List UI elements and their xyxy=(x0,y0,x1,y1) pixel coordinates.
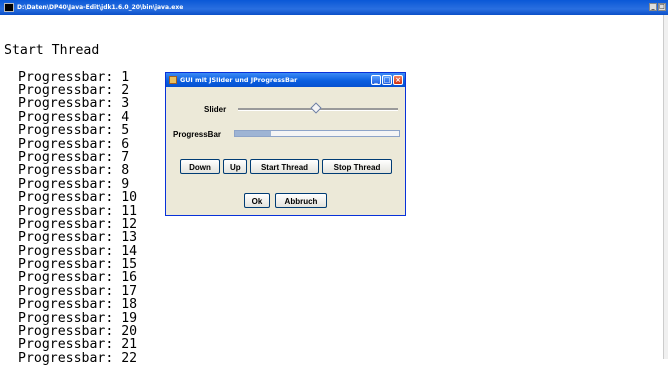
console-line: Progressbar: 18 xyxy=(18,297,138,313)
console-output: Start Thread Progressbar: 1 Progressbar: … xyxy=(4,17,137,365)
slider[interactable] xyxy=(238,102,398,114)
minimize-icon[interactable]: _ xyxy=(371,75,381,85)
console-line: Progressbar: 9 xyxy=(18,176,130,192)
console-line: Progressbar: 2 xyxy=(18,83,130,98)
slider-thumb[interactable] xyxy=(310,102,323,114)
ok-button[interactable]: Ok xyxy=(244,193,270,208)
gui-dialog: GUI mit JSlider und JProgressBar _ □ × S… xyxy=(165,72,406,216)
slider-label: Slider xyxy=(204,105,227,114)
dialog-titlebar[interactable]: GUI mit JSlider und JProgressBar _ □ × xyxy=(166,73,405,87)
close-icon[interactable]: × xyxy=(393,75,403,85)
console-line: Progressbar: 3 xyxy=(18,96,130,112)
console-line: Progressbar: 11 xyxy=(18,203,138,219)
abbruch-button[interactable]: Abbruch xyxy=(275,193,327,208)
console-line: Progressbar: 8 xyxy=(18,163,130,179)
maximize-icon[interactable]: □ xyxy=(382,75,392,85)
console-line: Progressbar: 15 xyxy=(18,257,138,273)
console-line: Progressbar: 1 xyxy=(18,69,130,85)
start-thread-button[interactable]: Start Thread xyxy=(250,159,319,174)
console-line: Progressbar: 12 xyxy=(18,216,138,232)
console-titlebar[interactable]: D:\Daten\DP40\Java-Edit\jdk1.6.0_20\bin\… xyxy=(0,0,668,15)
console-line: Progressbar: 6 xyxy=(18,136,130,152)
console-title: D:\Daten\DP40\Java-Edit\jdk1.6.0_20\bin\… xyxy=(17,4,184,11)
dialog-window-controls: _ □ × xyxy=(371,75,403,85)
maximize-icon[interactable]: □ xyxy=(658,3,666,11)
console-line: Progressbar: 7 xyxy=(18,149,130,165)
console-line: Progressbar: 17 xyxy=(18,283,138,299)
console-line: Progressbar: 13 xyxy=(18,230,138,246)
console-line: Progressbar: 16 xyxy=(18,270,138,286)
minimize-icon[interactable]: _ xyxy=(649,3,657,11)
progressbar-label: ProgressBar xyxy=(173,130,222,139)
console-window-controls: _ □ xyxy=(649,3,666,11)
console-line: Progressbar: 4 xyxy=(18,109,130,125)
console-line: Start Thread xyxy=(4,42,100,58)
dialog-title: GUI mit JSlider und JProgressBar xyxy=(180,76,298,84)
console-line: Progressbar: 21 xyxy=(18,337,138,353)
console-line: Progressbar: 20 xyxy=(18,324,138,340)
progress-bar xyxy=(234,130,400,137)
console-line: Progressbar: 19 xyxy=(18,310,138,326)
down-button[interactable]: Down xyxy=(180,159,220,174)
stop-thread-button[interactable]: Stop Thread xyxy=(322,159,392,174)
console-scrollbar[interactable] xyxy=(663,15,668,359)
up-button[interactable]: Up xyxy=(223,159,247,174)
console-line: Progressbar: 10 xyxy=(18,190,138,206)
console-app-icon xyxy=(4,3,14,12)
console-line: Progressbar: 14 xyxy=(18,243,138,259)
java-app-icon xyxy=(169,76,177,84)
progress-bar-fill xyxy=(235,131,272,136)
console-line: Progressbar: 5 xyxy=(18,123,130,139)
